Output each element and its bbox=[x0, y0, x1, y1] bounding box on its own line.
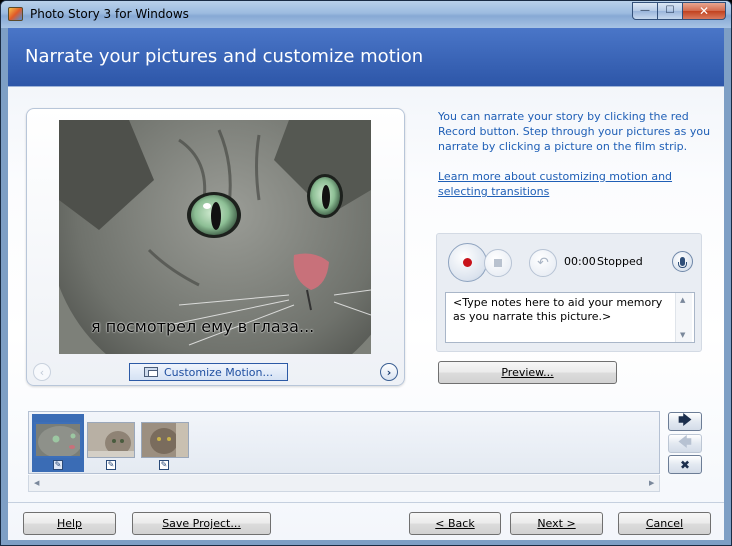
narration-panel: ↶ 00:00 Stopped <Type notes here to aid … bbox=[436, 233, 702, 352]
maximize-button[interactable]: ☐ bbox=[657, 2, 683, 20]
instructions-text: You can narrate your story by clicking t… bbox=[438, 110, 711, 153]
previous-picture-button[interactable]: ‹ bbox=[33, 363, 51, 381]
save-project-button[interactable]: Save Project... bbox=[132, 512, 271, 535]
scroll-down-icon[interactable]: ▼ bbox=[680, 331, 685, 339]
help-button[interactable]: Help bbox=[23, 512, 116, 535]
preview-photo: я посмотрел ему в глаза... bbox=[59, 120, 371, 354]
preview-button[interactable]: Preview... bbox=[438, 361, 617, 384]
back-button-label: < Back bbox=[435, 517, 475, 530]
wizard-page: Narrate your pictures and customize moti… bbox=[8, 28, 724, 540]
scroll-up-icon[interactable]: ▲ bbox=[680, 296, 685, 304]
next-picture-button[interactable]: › bbox=[380, 363, 398, 381]
microphone-icon bbox=[678, 257, 687, 268]
close-button[interactable]: ✕ bbox=[682, 2, 726, 20]
scroll-right-icon[interactable]: ▶ bbox=[649, 479, 654, 487]
recording-status: Stopped bbox=[597, 255, 643, 268]
notes-scrollbar[interactable]: ▲ ▼ bbox=[675, 293, 692, 342]
scroll-left-icon[interactable]: ◀ bbox=[34, 479, 39, 487]
film-strip-thumbnail[interactable] bbox=[87, 422, 135, 458]
photo-caption: я посмотрел ему в глаза... bbox=[91, 317, 315, 336]
film-strip-thumbnail[interactable] bbox=[34, 422, 82, 458]
footer-divider bbox=[8, 502, 724, 503]
edit-picture-icon[interactable]: ✎ bbox=[53, 460, 63, 470]
minimize-button[interactable]: — bbox=[632, 2, 658, 20]
customize-motion-button[interactable]: Customize Motion... bbox=[129, 363, 288, 381]
stop-icon bbox=[494, 259, 502, 267]
microphone-settings-button[interactable] bbox=[672, 251, 693, 272]
move-picture-right-button[interactable]: 🡆 bbox=[668, 412, 702, 431]
page-header: Narrate your pictures and customize moti… bbox=[8, 28, 724, 87]
cancel-button[interactable]: Cancel bbox=[618, 512, 711, 535]
move-picture-left-button[interactable]: 🡄 bbox=[668, 434, 702, 453]
undo-narration-button[interactable]: ↶ bbox=[529, 249, 557, 277]
preview-button-label: Preview... bbox=[501, 366, 554, 379]
cancel-button-label: Cancel bbox=[645, 517, 684, 530]
record-icon bbox=[463, 258, 472, 267]
learn-more-link[interactable]: Learn more about customizing motion and … bbox=[438, 169, 720, 199]
next-button-label: Next > bbox=[537, 517, 576, 530]
title-bar[interactable]: Photo Story 3 for Windows — ☐ ✕ bbox=[1, 1, 731, 28]
save-project-button-label: Save Project... bbox=[162, 517, 241, 530]
back-button[interactable]: < Back bbox=[409, 512, 501, 535]
customize-motion-icon bbox=[143, 367, 158, 377]
recording-time: 00:00 bbox=[564, 255, 596, 268]
film-strip-scrollbar[interactable]: ◀ ▶ bbox=[28, 475, 660, 492]
record-button[interactable] bbox=[448, 243, 487, 282]
stop-button[interactable] bbox=[484, 249, 512, 277]
remove-picture-button[interactable]: ✖ bbox=[668, 455, 702, 474]
edit-picture-icon[interactable]: ✎ bbox=[159, 460, 169, 470]
edit-picture-icon[interactable]: ✎ bbox=[106, 460, 116, 470]
customize-motion-label: Customize Motion... bbox=[163, 365, 274, 379]
narration-notes-field[interactable]: <Type notes here to aid your memory as y… bbox=[445, 292, 695, 343]
page-title: Narrate your pictures and customize moti… bbox=[25, 46, 424, 67]
help-button-label: Help bbox=[56, 517, 83, 530]
next-button[interactable]: Next > bbox=[510, 512, 603, 535]
photo-story-icon bbox=[8, 7, 23, 21]
film-strip-thumbnail[interactable] bbox=[141, 422, 189, 458]
film-strip[interactable]: ✎ ✎ ✎ bbox=[28, 411, 660, 474]
window-title: Photo Story 3 for Windows bbox=[30, 7, 189, 21]
app-window: Photo Story 3 for Windows — ☐ ✕ Narrate … bbox=[0, 0, 732, 546]
